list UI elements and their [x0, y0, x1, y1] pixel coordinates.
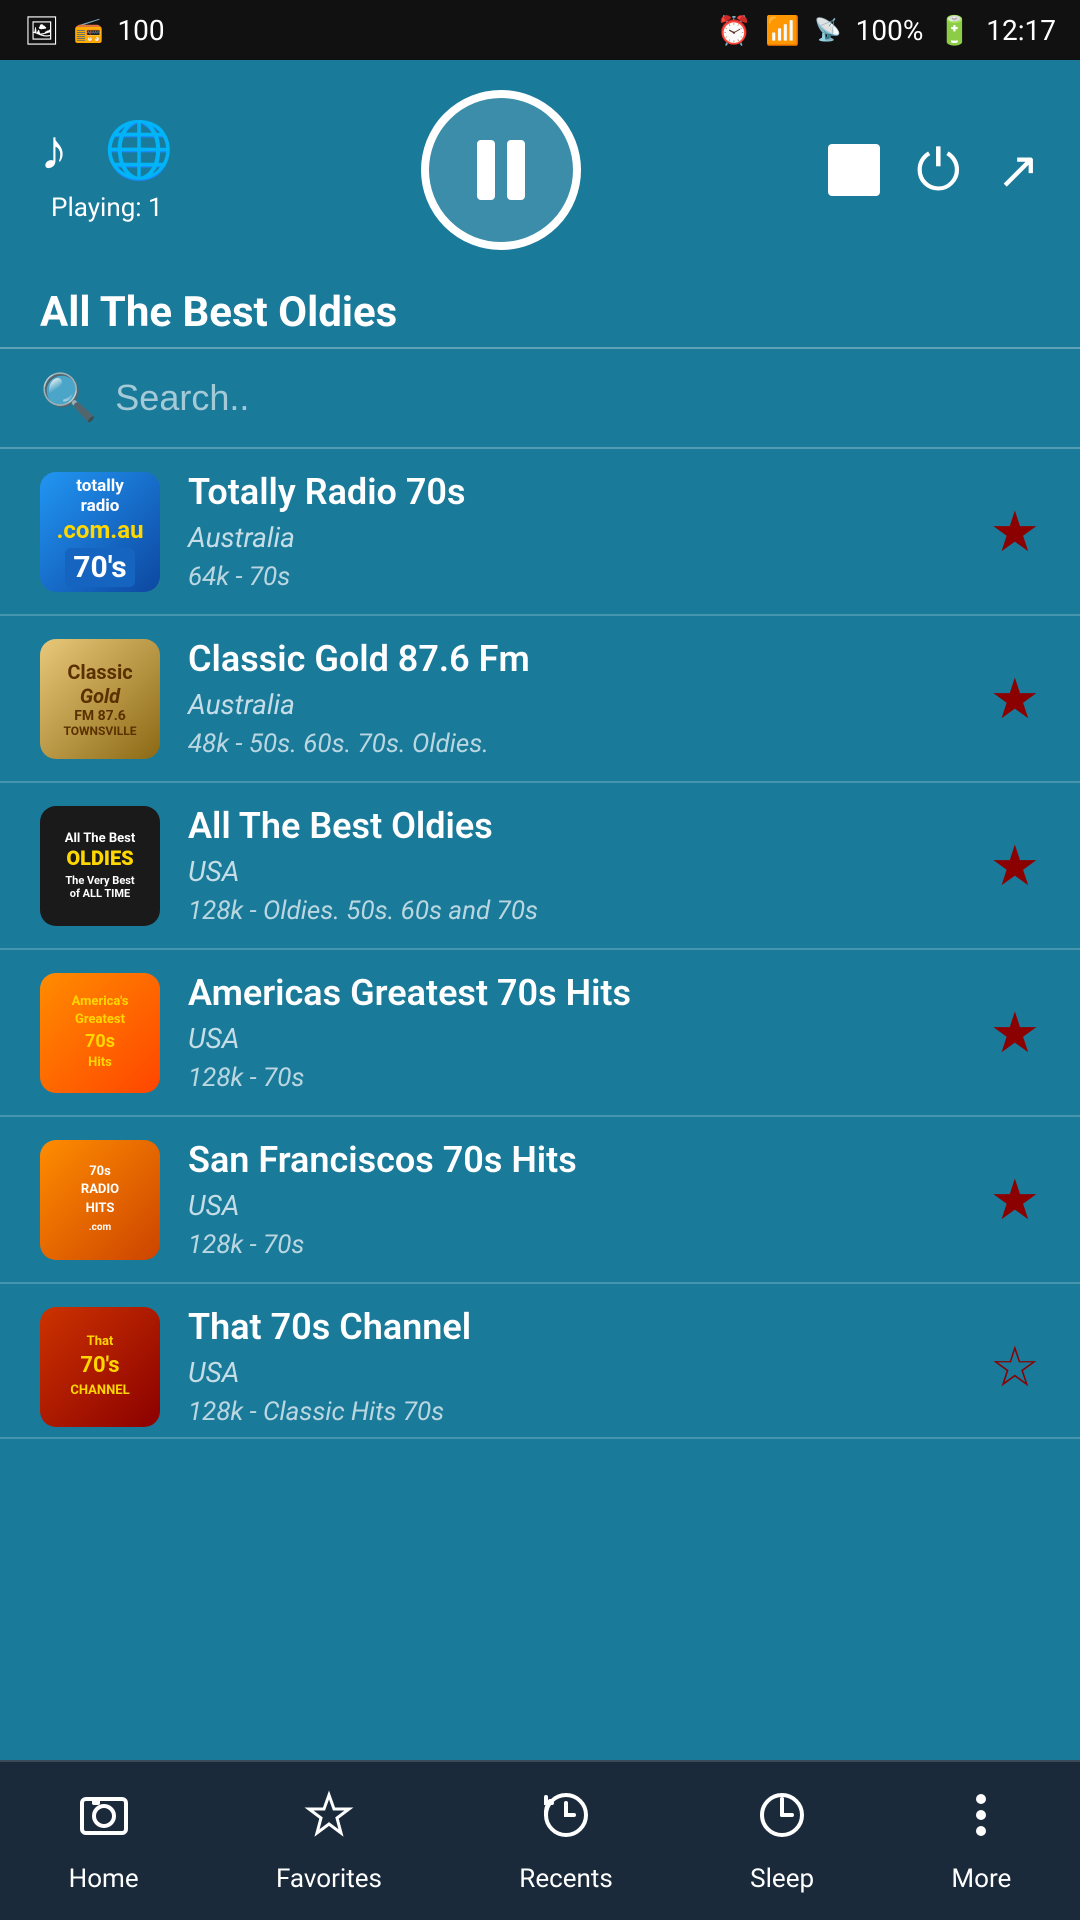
battery-icon: 🔋 [937, 14, 972, 47]
station-info: Classic Gold 87.6 Fm Australia 48k - 50s… [188, 638, 962, 759]
nav-label-sleep: Sleep [750, 1864, 814, 1894]
station-logo: That70'sCHANNEL [40, 1307, 160, 1427]
logo-classic-gold: Classic Gold FM 87.6 TOWNSVILLE [40, 639, 160, 759]
nav-item-home[interactable]: Home [39, 1779, 169, 1904]
station-country: Australia [188, 688, 962, 721]
favorite-star[interactable]: ★ [990, 666, 1040, 732]
station-meta: 128k - 70s [188, 1230, 962, 1260]
station-item[interactable]: America'sGreatest70sHits Americas Greate… [0, 950, 1080, 1117]
content-area: ♪ 🌐 Playing: 1 ⏻ ↗ All The Best Oldies [0, 60, 1080, 1760]
power-icon[interactable]: ⏻ [916, 137, 960, 204]
nav-label-more: More [951, 1864, 1011, 1894]
alarm-icon: ⏰ [717, 14, 752, 47]
station-logo: Classic Gold FM 87.6 TOWNSVILLE [40, 639, 160, 759]
radio-icon: 📻 [74, 16, 104, 44]
station-logo: America'sGreatest70sHits [40, 973, 160, 1093]
nav-label-recents: Recents [519, 1864, 613, 1894]
station-meta: 128k - Classic Hits 70s [188, 1397, 962, 1427]
status-bar: 🖼 📻 100 ⏰ 📶 📡 100% 🔋 12:17 [0, 0, 1080, 60]
station-country: USA [188, 1356, 962, 1389]
station-info: That 70s Channel USA 128k - Classic Hits… [188, 1306, 962, 1427]
battery-percent: 100% [856, 14, 924, 47]
station-logo: totally radio .com.au 70's [40, 472, 160, 592]
station-logo: All The Best OLDIES The Very Best of ALL… [40, 806, 160, 926]
station-name: Classic Gold 87.6 Fm [188, 638, 962, 680]
station-item[interactable]: Classic Gold FM 87.6 TOWNSVILLE Classic … [0, 616, 1080, 783]
nav-item-sleep[interactable]: Sleep [720, 1779, 844, 1904]
logo-that70s: That70'sCHANNEL [40, 1307, 160, 1427]
globe-icon[interactable]: 🌐 [104, 117, 174, 183]
now-playing-title: All The Best Oldies [0, 270, 1080, 347]
station-info: San Franciscos 70s Hits USA 128k - 70s [188, 1139, 962, 1260]
time-display: 12:17 [986, 14, 1056, 47]
station-item[interactable]: That70'sCHANNEL That 70s Channel USA 128… [0, 1284, 1080, 1439]
station-info: All The Best Oldies USA 128k - Oldies. 5… [188, 805, 962, 926]
favorite-star[interactable]: ★ [990, 833, 1040, 899]
station-country: USA [188, 1022, 962, 1055]
share-icon[interactable]: ↗ [996, 140, 1040, 201]
station-item[interactable]: 70sRADIOHITS.com San Franciscos 70s Hits… [0, 1117, 1080, 1284]
status-bar-left: 🖼 📻 100 [24, 14, 165, 47]
station-info: Americas Greatest 70s Hits USA 128k - 70… [188, 972, 962, 1093]
station-logo: 70sRADIOHITS.com [40, 1140, 160, 1260]
search-icon: 🔍 [40, 371, 97, 425]
signal-icon: 📡 [814, 18, 841, 43]
recents-icon [540, 1789, 592, 1854]
station-name: Americas Greatest 70s Hits [188, 972, 962, 1014]
music-note-icon[interactable]: ♪ [40, 117, 68, 183]
notification-count: 100 [117, 14, 164, 47]
favorite-star[interactable]: ★ [990, 499, 1040, 565]
station-meta: 64k - 70s [188, 562, 962, 592]
station-info: Totally Radio 70s Australia 64k - 70s [188, 471, 962, 592]
station-name: That 70s Channel [188, 1306, 962, 1348]
station-meta: 128k - Oldies. 50s. 60s and 70s [188, 896, 962, 926]
favorite-star[interactable]: ☆ [990, 1334, 1040, 1400]
nav-label-favorites: Favorites [276, 1864, 382, 1894]
header: ♪ 🌐 Playing: 1 ⏻ ↗ [0, 60, 1080, 270]
pause-button[interactable] [421, 90, 581, 250]
more-icon [955, 1789, 1007, 1854]
station-name: San Franciscos 70s Hits [188, 1139, 962, 1181]
stop-icon[interactable] [828, 144, 880, 196]
station-country: USA [188, 855, 962, 888]
logo-all-best-oldies: All The Best OLDIES The Very Best of ALL… [40, 806, 160, 926]
logo-totally-radio: totally radio .com.au 70's [40, 472, 160, 592]
station-country: USA [188, 1189, 962, 1222]
header-controls: ♪ 🌐 Playing: 1 ⏻ ↗ [40, 90, 1040, 250]
station-name: Totally Radio 70s [188, 471, 962, 513]
station-name: All The Best Oldies [188, 805, 962, 847]
search-input[interactable] [115, 377, 1040, 419]
favorite-star[interactable]: ★ [990, 1167, 1040, 1233]
wifi-icon: 📶 [765, 14, 800, 47]
playing-label: Playing: 1 [51, 193, 163, 223]
bottom-nav: Home Favorites Recents [0, 1760, 1080, 1920]
logo-americas: America'sGreatest70sHits [40, 973, 160, 1093]
status-bar-right: ⏰ 📶 📡 100% 🔋 12:17 [717, 14, 1056, 47]
station-meta: 48k - 50s. 60s. 70s. Oldies. [188, 729, 962, 759]
gallery-icon: 🖼 [24, 14, 60, 47]
nav-label-home: Home [69, 1864, 139, 1894]
logo-sf-hits: 70sRADIOHITS.com [40, 1140, 160, 1260]
search-bar: 🔍 [0, 349, 1080, 449]
home-icon [78, 1789, 130, 1854]
station-item[interactable]: All The Best OLDIES The Very Best of ALL… [0, 783, 1080, 950]
station-list: totally radio .com.au 70's Totally Radio… [0, 449, 1080, 1439]
favorites-icon [303, 1789, 355, 1854]
station-country: Australia [188, 521, 962, 554]
nav-item-favorites[interactable]: Favorites [246, 1779, 412, 1904]
favorite-star[interactable]: ★ [990, 1000, 1040, 1066]
station-item[interactable]: totally radio .com.au 70's Totally Radio… [0, 449, 1080, 616]
pause-icon [477, 140, 525, 200]
nav-item-recents[interactable]: Recents [489, 1779, 643, 1904]
nav-item-more[interactable]: More [921, 1779, 1041, 1904]
station-meta: 128k - 70s [188, 1063, 962, 1093]
sleep-icon [756, 1789, 808, 1854]
